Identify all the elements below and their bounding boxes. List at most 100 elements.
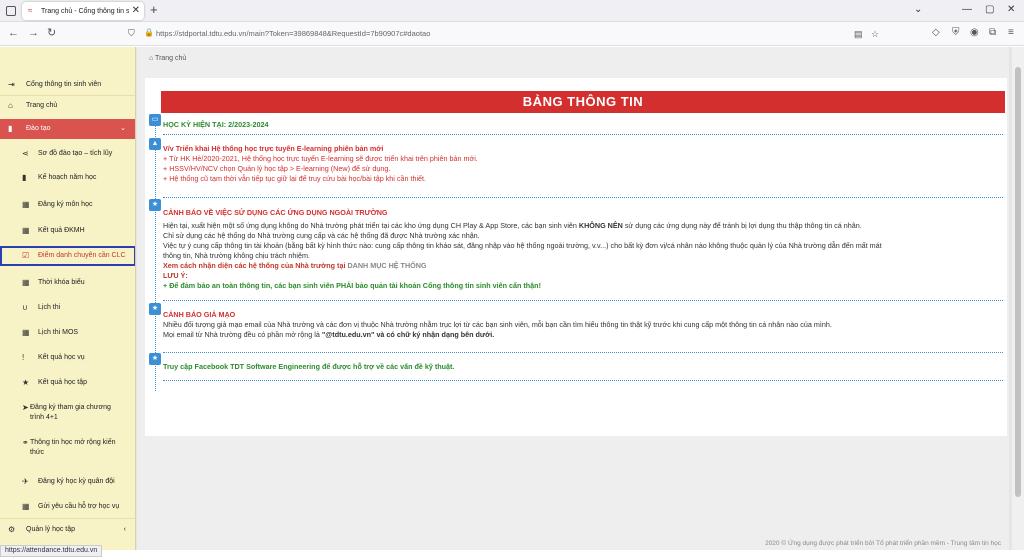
browser-tab[interactable]: ≈ Trang chủ - Cổng thông tin sinh ✕ bbox=[22, 2, 144, 20]
back-icon[interactable]: ← bbox=[8, 27, 19, 39]
system-list-link[interactable]: DANH MỤC HỆ THỐNG bbox=[347, 261, 426, 270]
divider bbox=[163, 380, 1003, 381]
divider bbox=[163, 197, 1003, 198]
new-tab-button[interactable]: + bbox=[150, 3, 158, 17]
book-icon: ▮ bbox=[22, 173, 27, 182]
chevron-left-icon: ‹ bbox=[123, 526, 126, 533]
url-text[interactable]: https://stdportal.tdtu.edu.vn/main?Token… bbox=[156, 28, 430, 39]
home-icon: ⌂ bbox=[8, 101, 13, 110]
lock-icon[interactable]: 🔒 bbox=[144, 28, 154, 37]
star-badge-icon: ★ bbox=[149, 303, 161, 315]
calendar-badge-icon: ▭ bbox=[149, 114, 161, 126]
pocket-icon[interactable]: ◇ bbox=[932, 27, 940, 39]
phishing-line-2: Mọi email từ Nhà trường đều có phần mở r… bbox=[163, 330, 495, 339]
sidebar-item-training[interactable]: ▮ Đào tạo ⌄ bbox=[0, 119, 135, 139]
share-icon: ⋖ bbox=[22, 149, 29, 158]
sidebar-item-mos-schedule[interactable]: ▦ Lịch thi MOS bbox=[0, 326, 135, 340]
chevron-down-icon[interactable]: ⌄ bbox=[914, 4, 922, 16]
check-square-icon: ☑ bbox=[22, 251, 30, 260]
warning-badge-icon: ▲ bbox=[149, 138, 161, 150]
calendar-icon: ▦ bbox=[22, 328, 30, 337]
book-icon: ▮ bbox=[8, 124, 13, 133]
star-badge-icon: ★ bbox=[149, 199, 161, 211]
sign-in-icon: ⇥ bbox=[8, 80, 15, 89]
sidebar-item-year-plan[interactable]: ▮ Kế hoạch năm học bbox=[0, 171, 135, 185]
sidebar-item-academic-result[interactable]: ! Kết quả học vụ bbox=[0, 351, 135, 365]
divider bbox=[163, 134, 1003, 135]
main-content: ⌂ Trang chủ BẢNG THÔNG TIN ▭ HỌC KỲ HIỆN… bbox=[137, 47, 1009, 550]
sidebar-item-attendance-clc[interactable]: ☑ Điểm danh chuyên cần CLC bbox=[0, 246, 135, 266]
sidebar-item-study-management[interactable]: ⚙ Quản lý học tập ‹ bbox=[0, 523, 135, 537]
shield-tracking-icon[interactable]: ⛨ bbox=[952, 27, 960, 39]
facebook-text: Truy cập Facebook TDT Software Engineeri… bbox=[163, 362, 455, 371]
close-window-icon[interactable]: ✕ bbox=[1007, 4, 1015, 16]
menu-icon[interactable]: ≡ bbox=[1008, 27, 1014, 39]
facebook-link[interactable]: Truy cập Facebook TDT Software Engineeri… bbox=[163, 362, 320, 371]
phishing-line-1: Nhiều đối tượng giả mạo email của Nhà tr… bbox=[163, 320, 832, 329]
breadcrumb-home[interactable]: Trang chủ bbox=[155, 55, 186, 62]
forward-icon[interactable]: → bbox=[28, 27, 39, 39]
system-list-text: Xem cách nhận diện các hệ thống của Nhà … bbox=[163, 261, 427, 270]
send-icon: ➤ bbox=[22, 403, 29, 412]
current-semester: HỌC KỲ HIỆN TẠI: 2/2023-2024 bbox=[163, 120, 269, 129]
browser-tab-bar: ≈ Trang chủ - Cổng thông tin sinh ✕ + ⌄ … bbox=[0, 0, 1024, 22]
plane-icon: ✈ bbox=[22, 477, 29, 486]
magnet-icon: ∪ bbox=[22, 303, 28, 312]
scrollbar-thumb[interactable] bbox=[1015, 67, 1021, 497]
maximize-icon[interactable]: ▢ bbox=[985, 4, 994, 16]
link-icon: ⚭ bbox=[22, 438, 29, 447]
apps-warning-line-2: Chỉ sử dụng các hệ thống do Nhà trường c… bbox=[163, 231, 480, 240]
sidebar-item-course-registration[interactable]: ▦ Đăng ký môn học bbox=[0, 198, 135, 212]
elearning-line-3: + Hệ thống cũ tạm thời vẫn tiếp tục giữ … bbox=[163, 174, 427, 183]
note-label: LƯU Ý: bbox=[163, 271, 188, 280]
minimize-icon[interactable]: — bbox=[962, 4, 972, 16]
elearning-heading: V/v Triển khai Hệ thống học trực tuyến E… bbox=[163, 144, 384, 153]
elearning-line-2: + HSSV/HV/NCV chọn Quản lý học tập > E-l… bbox=[163, 164, 391, 173]
chevron-down-icon: ⌄ bbox=[120, 125, 126, 132]
board-title: BẢNG THÔNG TIN bbox=[161, 91, 1005, 113]
apps-warning-line-3: Việc tự ý cung cấp thông tin tài khoản (… bbox=[163, 241, 882, 250]
page: ⇥ Cổng thông tin sinh viên ⌂ Trang chủ ▮… bbox=[0, 47, 1024, 550]
tab-title: Trang chủ - Cổng thông tin sinh bbox=[41, 8, 129, 15]
note-text: + Để đảm bảo an toàn thông tin, các bạn … bbox=[163, 281, 541, 290]
window-menu-icon[interactable] bbox=[6, 6, 16, 16]
extensions-icon[interactable]: ⧉ bbox=[989, 27, 996, 39]
sidebar-item-program-4plus1[interactable]: ➤ Đăng ký tham gia chương trình 4+1 bbox=[0, 401, 135, 425]
footer: 2020 © Ứng dụng được phát triển bởi Tổ p… bbox=[765, 540, 1001, 547]
apps-warning-line-1: Hiện tại, xuất hiện một số ứng dụng khôn… bbox=[163, 221, 862, 230]
reload-icon[interactable]: ↻ bbox=[47, 27, 56, 39]
reader-view-icon[interactable]: ▤ bbox=[854, 29, 863, 40]
timeline-line bbox=[155, 116, 156, 391]
sidebar-item-timetable[interactable]: ▦ Thời khóa biểu bbox=[0, 276, 135, 290]
url-bar[interactable]: ⛉ 🔒 https://stdportal.tdtu.edu.vn/main?T… bbox=[120, 25, 890, 42]
tab-favicon-icon: ≈ bbox=[28, 6, 33, 15]
calendar-icon: ▦ bbox=[22, 278, 30, 287]
sidebar-item-training-map[interactable]: ⋖ Sơ đồ đào tạo – tích lũy bbox=[0, 147, 135, 161]
divider bbox=[163, 352, 1003, 353]
star-badge-icon: ★ bbox=[149, 353, 161, 365]
tab-close-icon[interactable]: ✕ bbox=[132, 5, 140, 16]
calendar-icon: ▦ bbox=[22, 200, 30, 209]
sidebar-item-portal[interactable]: ⇥ Cổng thông tin sinh viên bbox=[0, 78, 135, 92]
apps-warning-heading: CẢNH BÁO VỀ VIỆC SỬ DỤNG CÁC ỨNG DỤNG NG… bbox=[163, 208, 388, 217]
sidebar-item-exam-schedule[interactable]: ∪ Lịch thi bbox=[0, 301, 135, 315]
shield-icon[interactable]: ⛉ bbox=[128, 28, 135, 39]
sidebar-item-military-term[interactable]: ✈ Đăng ký học kỳ quân đội bbox=[0, 475, 135, 489]
status-url: https://attendance.tdtu.edu.vn bbox=[0, 545, 103, 557]
bookmark-star-icon[interactable]: ☆ bbox=[871, 29, 879, 40]
sidebar-item-home[interactable]: ⌂ Trang chủ bbox=[0, 99, 135, 113]
sidebar: ⇥ Cổng thông tin sinh viên ⌂ Trang chủ ▮… bbox=[0, 47, 136, 550]
info-board: BẢNG THÔNG TIN ▭ HỌC KỲ HIỆN TẠI: 2/2023… bbox=[145, 78, 1007, 436]
elearning-line-1: + Từ HK Hè/2020-2021, Hệ thống học trực … bbox=[163, 154, 478, 163]
exclamation-icon: ! bbox=[22, 353, 25, 362]
sidebar-item-extended-study[interactable]: ⚭ Thông tin học mở rộng kiến thức bbox=[0, 436, 135, 460]
breadcrumb: ⌂ Trang chủ bbox=[149, 55, 186, 62]
browser-nav-bar: ← → ↻ ⛉ 🔒 https://stdportal.tdtu.edu.vn/… bbox=[0, 22, 1024, 46]
sidebar-item-registration-result[interactable]: ▦ Kết quả ĐKMH bbox=[0, 224, 135, 238]
sidebar-item-study-result[interactable]: ★ Kết quả học tập bbox=[0, 376, 135, 390]
account-icon[interactable]: ◉ bbox=[970, 27, 979, 39]
scrollbar[interactable] bbox=[1012, 47, 1024, 550]
apps-warning-line-4: thông tin, Nhà trường không chịu trách n… bbox=[163, 251, 310, 260]
calendar-icon: ▦ bbox=[22, 502, 30, 511]
sidebar-item-support-request[interactable]: ▦ Gửi yêu cầu hỗ trợ học vụ bbox=[0, 500, 135, 514]
